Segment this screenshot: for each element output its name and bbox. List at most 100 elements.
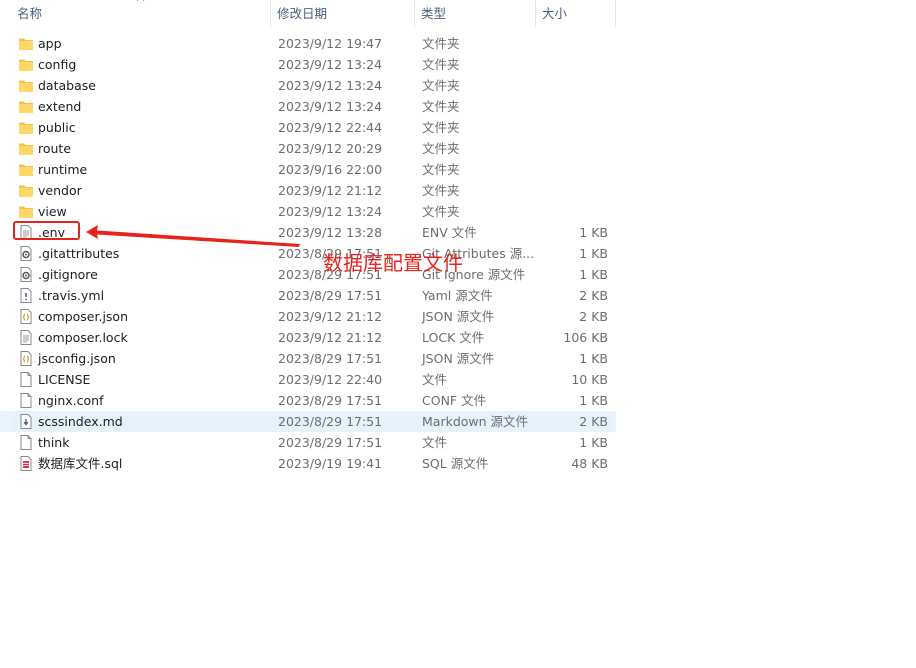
file-modified-date: 2023/8/29 17:51 [278, 414, 383, 429]
settings-file-icon [18, 266, 34, 283]
file-row[interactable]: .env 2023/9/12 13:28 ENV 文件 1 KB [0, 222, 616, 243]
file-row[interactable]: public 2023/9/12 22:44 文件夹 [0, 117, 616, 138]
file-type: 文件夹 [422, 120, 460, 135]
file-modified-date: 2023/9/12 22:40 [278, 372, 383, 387]
folder-icon [18, 77, 34, 94]
file-row[interactable]: 数据库文件.sql 2023/9/19 19:41 SQL 源文件 48 KB [0, 453, 616, 474]
file-name: public [38, 120, 76, 135]
file-modified-date: 2023/9/12 20:29 [278, 141, 383, 156]
file-type: SQL 源文件 [422, 456, 489, 471]
file-row[interactable]: database 2023/9/12 13:24 文件夹 [0, 75, 616, 96]
file-row[interactable]: composer.json 2023/9/12 21:12 JSON 源文件 2 KB [0, 306, 616, 327]
file-modified-date: 2023/8/29 17:51 [278, 393, 383, 408]
file-row[interactable]: jsconfig.json 2023/8/29 17:51 JSON 源文件 1 KB [0, 348, 616, 369]
column-header-size[interactable]: 大小 [536, 0, 616, 27]
text-file-icon [18, 329, 34, 346]
annotation-label: 数据库配置文件 [323, 251, 463, 275]
file-modified-date: 2023/9/12 21:12 [278, 183, 383, 198]
file-modified-date: 2023/9/12 13:28 [278, 225, 383, 240]
folder-icon [18, 98, 34, 115]
file-modified-date: 2023/9/12 21:12 [278, 309, 383, 324]
file-type: 文件 [422, 435, 448, 450]
file-type: JSON 源文件 [422, 309, 495, 324]
file-type: LOCK 文件 [422, 330, 485, 345]
folder-icon [18, 56, 34, 73]
file-name: vendor [38, 183, 82, 198]
column-header-bar: 名称 修改日期 类型 大小 [0, 0, 616, 27]
file-name: runtime [38, 162, 88, 177]
file-name: .gitignore [38, 267, 98, 282]
file-modified-date: 2023/9/19 19:41 [278, 456, 383, 471]
file-name: .travis.yml [38, 288, 105, 303]
blank-file-icon [18, 371, 34, 388]
column-header-type[interactable]: 类型 [415, 0, 536, 27]
file-row[interactable]: view 2023/9/12 13:24 文件夹 [0, 201, 616, 222]
file-row[interactable]: LICENSE 2023/9/12 22:40 文件 10 KB [0, 369, 616, 390]
file-modified-date: 2023/9/12 13:24 [278, 99, 383, 114]
file-size: 2 KB [579, 414, 608, 429]
file-list: app 2023/9/12 19:47 文件夹 config 2023/9/12 13:… [0, 33, 616, 474]
file-name: view [38, 204, 67, 219]
file-type: CONF 文件 [422, 393, 487, 408]
file-name: think [38, 435, 70, 450]
column-header-name[interactable]: 名称 [0, 0, 271, 27]
file-row[interactable]: .gitignore 2023/8/29 17:51 Git Ignore 源文件 1… [0, 264, 616, 285]
folder-icon [18, 140, 34, 157]
column-header-size-label: 大小 [542, 6, 568, 21]
column-header-name-label: 名称 [17, 6, 43, 21]
file-row[interactable]: route 2023/9/12 20:29 文件夹 [0, 138, 616, 159]
file-type: 文件夹 [422, 78, 460, 93]
sort-up-icon [136, 0, 145, 2]
file-name: database [38, 78, 96, 93]
file-name: composer.json [38, 309, 129, 324]
sql-file-icon [18, 455, 34, 472]
file-modified-date: 2023/8/29 17:51 [278, 351, 383, 366]
file-type: 文件夹 [422, 57, 460, 72]
folder-icon [18, 35, 34, 52]
file-name: jsconfig.json [38, 351, 116, 366]
file-row[interactable]: composer.lock 2023/9/12 21:12 LOCK 文件 106 K… [0, 327, 616, 348]
file-modified-date: 2023/9/12 13:24 [278, 204, 383, 219]
file-size: 1 KB [579, 393, 608, 408]
file-modified-date: 2023/9/12 13:24 [278, 57, 383, 72]
file-row[interactable]: vendor 2023/9/12 21:12 文件夹 [0, 180, 616, 201]
file-size: 1 KB [579, 351, 608, 366]
settings-file-icon [18, 245, 34, 262]
annotation-highlight-box [13, 221, 80, 240]
file-modified-date: 2023/9/12 22:44 [278, 120, 383, 135]
file-name: config [38, 57, 77, 72]
file-type: 文件夹 [422, 99, 460, 114]
yaml-file-icon [18, 287, 34, 304]
file-row[interactable]: runtime 2023/9/16 22:00 文件夹 [0, 159, 616, 180]
file-modified-date: 2023/8/29 17:51 [278, 288, 383, 303]
file-row[interactable]: think 2023/8/29 17:51 文件 1 KB [0, 432, 616, 453]
file-type: 文件夹 [422, 204, 460, 219]
json-file-icon [18, 350, 34, 367]
file-type: Markdown 源文件 [422, 414, 529, 429]
file-name: scssindex.md [38, 414, 123, 429]
file-size: 1 KB [579, 246, 608, 261]
file-row[interactable]: config 2023/9/12 13:24 文件夹 [0, 54, 616, 75]
file-row[interactable]: .gitattributes 2023/8/29 17:51 Git Attribu… [0, 243, 616, 264]
file-size: 2 KB [579, 288, 608, 303]
folder-icon [18, 182, 34, 199]
folder-icon [18, 119, 34, 136]
file-row[interactable]: scssindex.md 2023/8/29 17:51 Markdown 源文件 2… [0, 411, 616, 432]
file-row[interactable]: nginx.conf 2023/8/29 17:51 CONF 文件 1 KB [0, 390, 616, 411]
file-row[interactable]: app 2023/9/12 19:47 文件夹 [0, 33, 616, 54]
file-row[interactable]: extend 2023/9/12 13:24 文件夹 [0, 96, 616, 117]
json-file-icon [18, 308, 34, 325]
file-size: 1 KB [579, 267, 608, 282]
file-size: 48 KB [571, 456, 608, 471]
file-type: 文件夹 [422, 183, 460, 198]
column-header-type-label: 类型 [421, 6, 447, 21]
file-row[interactable]: .travis.yml 2023/8/29 17:51 Yaml 源文件 2 KB [0, 285, 616, 306]
file-name: .gitattributes [38, 246, 120, 261]
file-name: extend [38, 99, 82, 114]
file-name: route [38, 141, 72, 156]
file-type: Yaml 源文件 [422, 288, 493, 303]
blank-file-icon [18, 434, 34, 451]
file-modified-date: 2023/9/12 21:12 [278, 330, 383, 345]
file-type: 文件 [422, 372, 448, 387]
column-header-date[interactable]: 修改日期 [271, 0, 415, 27]
